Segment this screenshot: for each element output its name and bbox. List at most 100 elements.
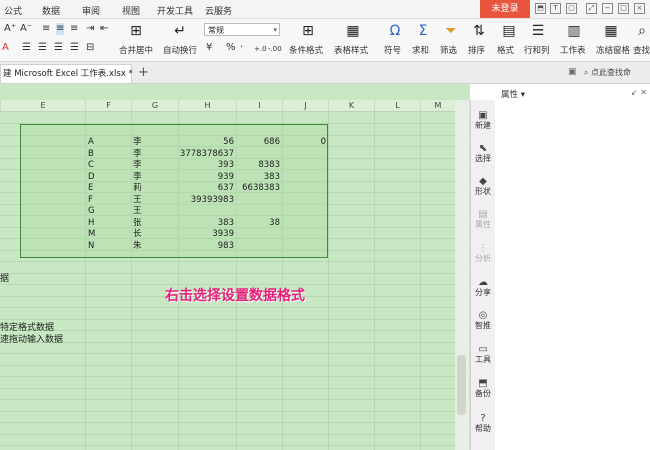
cell-g[interactable]: 李 bbox=[133, 172, 142, 183]
restore-icon[interactable]: ⤢ bbox=[586, 3, 597, 14]
cell-i[interactable] bbox=[236, 206, 280, 217]
skin-icon[interactable]: ⬒ bbox=[535, 3, 546, 14]
cell-f[interactable]: N bbox=[88, 241, 94, 252]
cell-g[interactable]: 莉 bbox=[133, 183, 142, 194]
justify-icon[interactable]: ☰ bbox=[70, 42, 79, 54]
cell-g[interactable]: 王 bbox=[133, 206, 142, 217]
task-tools[interactable]: ▭ 工具 bbox=[471, 344, 495, 365]
cell-j[interactable] bbox=[282, 149, 326, 160]
login-button[interactable]: 未登录 bbox=[480, 0, 530, 18]
cell-j[interactable] bbox=[282, 195, 326, 206]
symbol-button[interactable]: 符号 bbox=[384, 44, 401, 56]
task-new[interactable]: ▣ 新建 bbox=[471, 110, 495, 131]
cell-f[interactable]: D bbox=[88, 172, 95, 183]
cell-h[interactable]: 56 bbox=[178, 137, 234, 148]
cell-f[interactable]: M bbox=[88, 229, 95, 240]
cell-j[interactable] bbox=[282, 241, 326, 252]
task-analysis[interactable]: ⋮ 分析 bbox=[471, 243, 495, 264]
cell-h[interactable]: 393 bbox=[178, 160, 234, 171]
cell-j[interactable] bbox=[282, 160, 326, 171]
column-header-e[interactable]: E bbox=[0, 100, 85, 111]
box-icon[interactable]: ▢ bbox=[566, 3, 577, 14]
currency-icon[interactable]: ¥ bbox=[206, 42, 212, 54]
column-header-f[interactable]: F bbox=[85, 100, 131, 111]
font-shrink-icon[interactable]: A⁻ bbox=[20, 23, 32, 35]
sort-button[interactable]: 排序 bbox=[468, 44, 485, 56]
column-header-m[interactable]: M bbox=[420, 100, 455, 111]
column-header-l[interactable]: L bbox=[374, 100, 420, 111]
cell-f[interactable]: H bbox=[88, 218, 94, 229]
cell-f[interactable]: B bbox=[88, 149, 94, 160]
cell-h[interactable]: 637 bbox=[178, 183, 234, 194]
cell-h[interactable] bbox=[178, 206, 234, 217]
wrap-text-button[interactable]: 自动换行 bbox=[163, 44, 197, 56]
cell-i[interactable]: 38 bbox=[236, 218, 280, 229]
cell-i[interactable]: 383 bbox=[236, 172, 280, 183]
cell-h[interactable]: 983 bbox=[178, 241, 234, 252]
close-icon[interactable]: × bbox=[634, 3, 645, 14]
column-header-j[interactable]: J bbox=[282, 100, 328, 111]
cell-j[interactable] bbox=[282, 229, 326, 240]
cell-h[interactable]: 3939 bbox=[178, 229, 234, 240]
align-left-icon[interactable]: ☰ bbox=[22, 42, 31, 54]
merge-center-button[interactable]: 合并居中 bbox=[119, 44, 153, 56]
cell-j[interactable] bbox=[282, 183, 326, 194]
panel-controls-icon[interactable]: ↙ ✕ bbox=[631, 88, 647, 97]
scrollbar-thumb[interactable] bbox=[457, 355, 466, 415]
conditional-format-button[interactable]: 条件格式 bbox=[289, 44, 323, 56]
find-button[interactable]: 查找 bbox=[633, 44, 650, 56]
cell-f[interactable]: A bbox=[88, 137, 94, 148]
filter-button[interactable]: 筛选 bbox=[440, 44, 457, 56]
cell-g[interactable]: 朱 bbox=[133, 241, 142, 252]
distribute-icon[interactable]: ⊟ bbox=[86, 42, 94, 54]
merge-center-icon[interactable]: ⊞ bbox=[126, 23, 146, 39]
cell-i[interactable]: 8383 bbox=[236, 160, 280, 171]
add-tab-button[interactable]: + bbox=[138, 65, 149, 80]
increase-decimal-button[interactable]: +.0 bbox=[254, 43, 267, 55]
cell-i[interactable]: 6638383 bbox=[236, 183, 280, 194]
table-style-button[interactable]: 表格样式 bbox=[334, 44, 368, 56]
task-help[interactable]: ? 帮助 bbox=[471, 413, 495, 434]
column-header-k[interactable]: K bbox=[328, 100, 374, 111]
cell-f[interactable]: E bbox=[88, 183, 93, 194]
cell-j[interactable]: 0 bbox=[282, 137, 326, 148]
align-bottom-icon[interactable]: ≡ bbox=[70, 23, 78, 35]
outdent-icon[interactable]: ⇤ bbox=[100, 23, 108, 35]
indent-icon[interactable]: ⇥ bbox=[86, 23, 94, 35]
cell-f[interactable]: F bbox=[88, 195, 93, 206]
cell-i[interactable] bbox=[236, 195, 280, 206]
font-grow-icon[interactable]: A⁺ bbox=[4, 23, 16, 35]
menu-formula[interactable]: 公式 bbox=[4, 4, 22, 17]
vertical-scrollbar[interactable] bbox=[455, 100, 469, 450]
number-format-select[interactable]: 常规 ▾ bbox=[204, 23, 280, 36]
document-tab[interactable]: 建 Microsoft Excel 工作表.xlsx * bbox=[0, 64, 133, 83]
cell-g[interactable]: 长 bbox=[133, 229, 142, 240]
menu-cloud[interactable]: 云服务 bbox=[205, 4, 232, 17]
task-select[interactable]: ⬉ 选择 bbox=[471, 143, 495, 164]
cell-g[interactable]: 李 bbox=[133, 160, 142, 171]
cell-i[interactable] bbox=[236, 241, 280, 252]
cell-j[interactable] bbox=[282, 206, 326, 217]
maximize-icon[interactable]: □ bbox=[618, 3, 629, 14]
cell-h[interactable]: 939 bbox=[178, 172, 234, 183]
align-center-icon[interactable]: ☰ bbox=[38, 42, 47, 54]
sum-button[interactable]: 求和 bbox=[412, 44, 429, 56]
minimize-icon[interactable]: − bbox=[602, 3, 613, 14]
tab-menu-icon[interactable]: ▣ bbox=[568, 67, 577, 77]
align-right-icon[interactable]: ☰ bbox=[54, 42, 63, 54]
worksheet-button[interactable]: 工作表 bbox=[560, 44, 586, 56]
properties-title[interactable]: 属性 ▾ bbox=[501, 88, 525, 100]
task-shape[interactable]: ◆ 形状 bbox=[471, 176, 495, 197]
cell-g[interactable]: 张 bbox=[133, 218, 142, 229]
command-search[interactable]: ⌕ 点此查找命 bbox=[584, 66, 650, 79]
format-button[interactable]: 格式 bbox=[497, 44, 514, 56]
cell-f[interactable]: C bbox=[88, 160, 94, 171]
freeze-pane-button[interactable]: 冻结窗格 bbox=[596, 44, 630, 56]
menu-view[interactable]: 视图 bbox=[122, 4, 140, 17]
cell-g[interactable]: 李 bbox=[133, 149, 142, 160]
cell-h[interactable]: 39393983 bbox=[178, 195, 234, 206]
row-col-button[interactable]: 行和列 bbox=[524, 44, 550, 56]
spreadsheet-grid[interactable]: E F G H I J K L M A 李 56 686 0 B 李 3778378637 C 李… bbox=[0, 84, 470, 450]
task-properties[interactable]: ▤ 属性 bbox=[471, 209, 495, 230]
task-share[interactable]: ☁ 分享 bbox=[471, 277, 495, 298]
